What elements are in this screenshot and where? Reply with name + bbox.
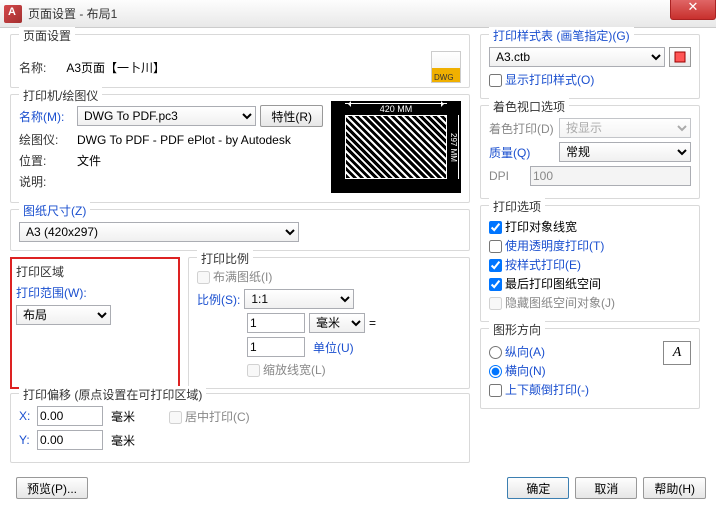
desc-label: 说明: [19,173,73,190]
display-styles-checkbox[interactable] [489,74,502,87]
quality-select[interactable]: 常规 [559,142,691,162]
y-unit: 毫米 [111,432,135,449]
plot-range-label: 打印范围(W): [16,284,174,301]
preview-button[interactable]: 预览(P)... [16,477,88,499]
orient-icon: A [663,341,691,365]
page-setup-group: 页面设置 [19,27,75,44]
display-styles-label: 显示打印样式(O) [505,73,594,87]
landscape-radio[interactable] [489,365,502,378]
ok-button[interactable]: 确定 [507,477,569,499]
scale-unit-input[interactable] [247,337,305,357]
offset-group: 打印偏移 (原点设置在可打印区域) [19,386,206,403]
paper-size-group: 图纸尺寸(Z) [19,202,90,219]
opt-bystyle-checkbox[interactable] [489,259,502,272]
opt-transparency-checkbox[interactable] [489,240,502,253]
opt-hide-checkbox [489,297,502,310]
opt-paperspace-checkbox[interactable] [489,278,502,291]
shade-label: 着色打印(D) [489,120,555,137]
center-label: 居中打印(C) [185,410,250,424]
dpi-label: DPI [489,169,526,183]
paper-preview: 420 MM 297 MM [331,101,461,193]
portrait-radio[interactable] [489,346,502,359]
plotter-label: 绘图仪: [19,131,73,148]
portrait-label: 纵向(A) [505,345,545,359]
plotter-value: DWG To PDF - PDF ePlot - by Autodesk [77,133,291,147]
close-button[interactable]: ✕ [670,0,716,20]
center-checkbox [169,411,182,424]
opt-lineweight-label: 打印对象线宽 [505,220,577,234]
preview-height: 297 MM [449,115,459,179]
printer-group: 打印机/绘图仪 [19,87,102,104]
y-input[interactable] [37,430,103,450]
style-table-group: 打印样式表 (画笔指定)(G) [489,27,634,44]
plot-scale-group: 打印比例 [197,250,253,267]
plot-range-select[interactable]: 布局 [16,305,111,325]
scale-select[interactable]: 1:1 [244,289,354,309]
upside-label: 上下颠倒打印(-) [505,383,589,397]
scale-lineweight-checkbox [247,364,260,377]
where-label: 位置: [19,152,73,169]
pencil-icon [674,51,686,63]
x-unit: 毫米 [111,408,135,425]
app-icon [4,5,22,23]
preview-width: 420 MM [345,103,447,114]
opt-paperspace-label: 最后打印图纸空间 [505,277,601,291]
plot-area-group: 打印区域 [16,263,174,280]
style-table-select[interactable]: A3.ctb [489,47,665,67]
x-input[interactable] [37,406,103,426]
window-title: 页面设置 - 布局1 [28,5,117,22]
orient-group: 图形方向 [489,321,545,338]
x-label: X: [19,409,33,423]
fit-to-paper-label: 布满图纸(I) [213,270,272,284]
shaded-group: 着色视口选项 [489,98,569,115]
options-group: 打印选项 [489,198,545,215]
fit-to-paper-checkbox [197,271,210,284]
landscape-label: 横向(N) [505,364,546,378]
scale-mm-input[interactable] [247,313,305,333]
printer-props-button[interactable]: 特性(R) [260,105,323,127]
dpi-input [530,166,691,186]
cancel-button[interactable]: 取消 [575,477,637,499]
scale-unit-label: 单位(U) [313,339,354,356]
help-button[interactable]: 帮助(H) [643,477,706,499]
upside-checkbox[interactable] [489,384,502,397]
equals-sign: = [369,316,376,330]
style-table-edit-button[interactable] [669,47,691,67]
opt-transparency-label: 使用透明度打印(T) [505,239,604,253]
paper-size-select[interactable]: A3 (420x297) [19,222,299,242]
opt-lineweight-checkbox[interactable] [489,221,502,234]
scale-mm-unit-select[interactable]: 毫米 [309,313,365,333]
quality-label: 质量(Q) [489,144,555,161]
scale-lineweight-label: 缩放线宽(L) [263,363,326,377]
opt-bystyle-label: 按样式打印(E) [505,258,581,272]
y-label: Y: [19,433,33,447]
dwg-icon [431,51,461,83]
opt-hide-label: 隐藏图纸空间对象(J) [505,296,615,310]
page-name-label: 名称: [19,59,46,76]
printer-name-label: 名称(M): [19,108,73,125]
where-value: 文件 [77,152,101,169]
page-name-value: A3页面【一卜川】 [66,59,165,76]
shade-select: 按显示 [559,118,691,138]
printer-name-select[interactable]: DWG To PDF.pc3 [77,106,256,126]
scale-label: 比例(S): [197,291,240,308]
